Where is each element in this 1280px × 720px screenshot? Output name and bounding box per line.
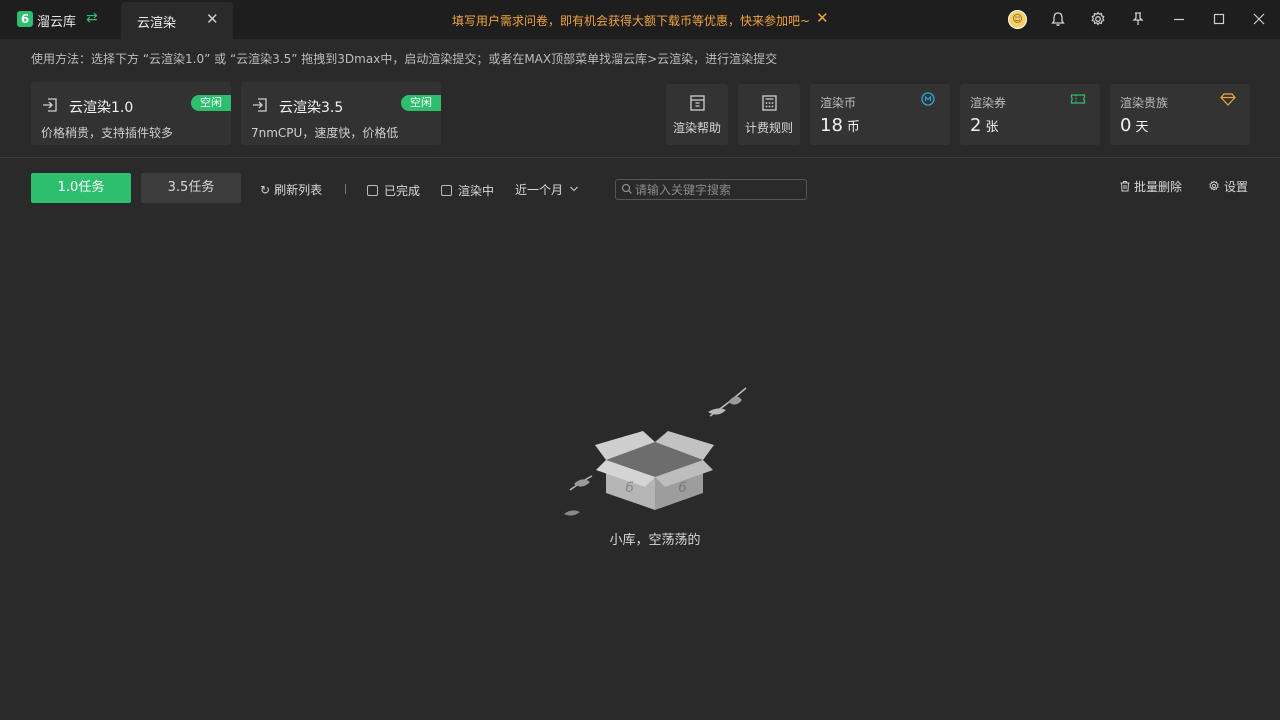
gear-icon[interactable] [1089, 10, 1107, 28]
shortcut-label: 渲染帮助 [672, 121, 721, 135]
period-dropdown[interactable]: 近一个月 [515, 181, 579, 198]
stat-title: 渲染贵族 [1120, 96, 1169, 110]
status-badge: 空闲 [191, 95, 231, 111]
toolbar-separator [345, 184, 346, 194]
render-card-desc: 7nmCPU，速度快，价格低 [251, 126, 399, 140]
stat-value: 0天 [1120, 115, 1149, 136]
render-card-title: 云渲染3.5 [279, 100, 344, 116]
gear-icon [1209, 180, 1219, 191]
stat-render-coins[interactable]: 渲染币 18 币 [810, 84, 950, 145]
minimize-icon[interactable] [1170, 10, 1188, 28]
pin-icon[interactable] [1129, 10, 1147, 28]
switch-icon[interactable]: ⇄ [86, 10, 98, 26]
stat-render-tickets[interactable]: 渲染券 2张 [960, 84, 1100, 145]
svg-text:6: 6 [678, 480, 687, 496]
checkbox-box[interactable] [441, 185, 452, 196]
render-card-v35[interactable]: 云渲染3.5 空闲 7nmCPU，速度快，价格低 [241, 82, 441, 145]
search-input[interactable] [635, 181, 803, 198]
stat-title: 渲染币 [820, 96, 857, 110]
billing-rules-button[interactable]: 计费规则 [738, 84, 800, 145]
drag-in-icon [253, 98, 267, 112]
svg-text:6: 6 [625, 480, 634, 496]
render-card-title: 云渲染1.0 [69, 100, 134, 116]
stat-value: 18 币 [820, 115, 860, 136]
refresh-icon: ↻ [260, 183, 271, 197]
notice-close-icon[interactable]: ✕ [816, 9, 829, 27]
checkbox-box[interactable] [367, 185, 378, 196]
render-card-desc: 价格稍贵，支持插件较多 [41, 126, 174, 140]
search-box[interactable] [615, 179, 807, 200]
stat-title: 渲染券 [970, 96, 1007, 110]
stat-value: 2张 [970, 115, 999, 136]
app-name[interactable]: 溜云库 [37, 11, 76, 30]
stat-render-vip[interactable]: 渲染贵族 0天 [1110, 84, 1250, 145]
refresh-list-button[interactable]: ↻ 刷新列表 [260, 181, 322, 198]
close-icon[interactable]: ✕ [206, 10, 219, 28]
coin-icon [921, 92, 935, 106]
drag-in-icon [43, 98, 57, 112]
survey-notice[interactable]: 填写用户需求问卷，即有机会获得大额下载币等优惠，快来参加吧~ [452, 12, 810, 29]
usage-instructions: 使用方法：选择下方 “云渲染1.0” 或 “云渲染3.5” 拖拽到3Dmax中，… [31, 52, 778, 66]
tab-cloud-render[interactable]: 云渲染 ✕ [121, 2, 233, 39]
calculator-icon [762, 95, 777, 111]
batch-delete-button[interactable]: 批量删除 [1119, 178, 1182, 195]
empty-box-illustration: 6 6 [564, 387, 747, 516]
bell-icon[interactable] [1049, 10, 1067, 28]
search-icon [621, 183, 632, 194]
render-card-v1[interactable]: 云渲染1.0 空闲 价格稍贵，支持插件较多 [31, 82, 231, 145]
tab-v1-tasks[interactable]: 1.0任务 [31, 173, 131, 203]
app-logo-icon: 6 [17, 11, 33, 27]
chevron-down-icon [569, 186, 578, 192]
diamond-icon [1220, 93, 1236, 106]
maximize-icon[interactable] [1210, 10, 1228, 28]
tab-label: 云渲染 [137, 16, 177, 31]
help-book-icon [690, 95, 705, 111]
settings-button[interactable]: 设置 [1208, 178, 1248, 195]
tab-v35-tasks[interactable]: 3.5任务 [141, 173, 241, 203]
filter-done-checkbox[interactable]: 已完成 [367, 182, 420, 199]
shortcut-label: 计费规则 [744, 121, 793, 135]
status-badge: 空闲 [401, 95, 441, 111]
section-divider [0, 157, 1280, 158]
empty-state-message: 小库，空荡荡的 [609, 533, 701, 548]
window-close-icon[interactable] [1250, 10, 1268, 28]
filter-rendering-checkbox[interactable]: 渲染中 [441, 182, 494, 199]
avatar[interactable]: ☺ [1008, 10, 1027, 29]
trash-icon [1120, 181, 1130, 192]
render-help-button[interactable]: 渲染帮助 [666, 84, 728, 145]
title-bar: 6 溜云库 ⇄ 云渲染 ✕ 填写用户需求问卷，即有机会获得大额下载币等优惠，快来… [0, 0, 1280, 39]
ticket-icon [1070, 94, 1086, 104]
